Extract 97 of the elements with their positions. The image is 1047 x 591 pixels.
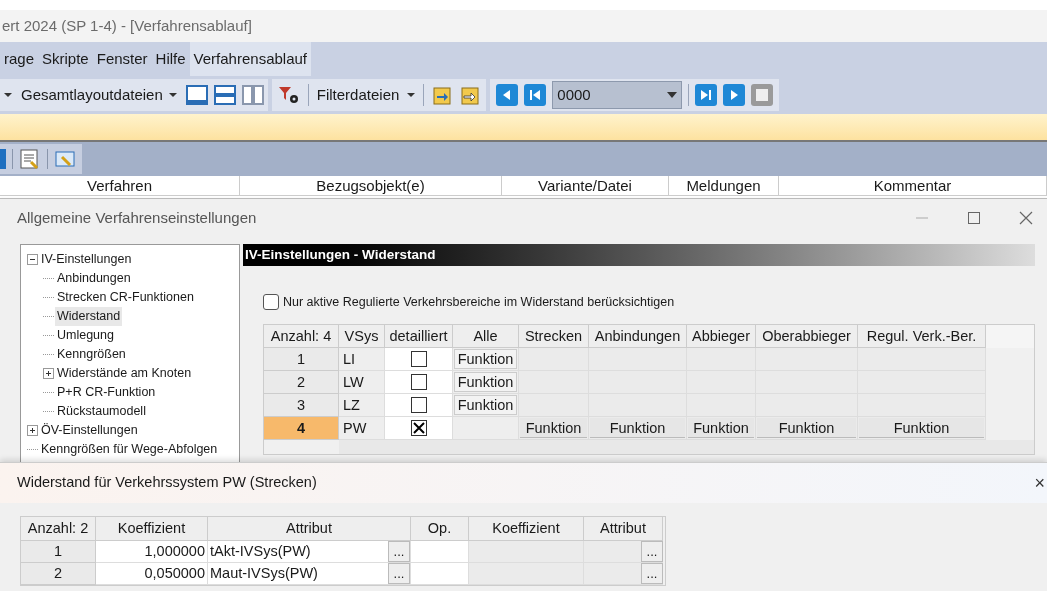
tree-item[interactable]: ÖV-Einstellungen <box>39 421 140 440</box>
row-header[interactable]: 1 <box>264 347 339 371</box>
column-header: Koeffizient <box>96 517 208 541</box>
expand-icon[interactable] <box>27 425 38 436</box>
tree-item[interactable]: Strecken CR-Funktionen <box>55 288 196 307</box>
browse-button[interactable]: ... <box>641 563 663 584</box>
column-header: VSys <box>339 324 385 348</box>
document-edit-icon[interactable] <box>19 148 41 170</box>
step-back-icon[interactable] <box>496 84 519 106</box>
close-icon[interactable] <box>1019 211 1033 225</box>
maximize-icon[interactable] <box>967 211 981 225</box>
column-header: Attribut <box>584 517 663 541</box>
table-cell <box>687 347 756 371</box>
layout-window-icon[interactable] <box>185 85 208 105</box>
tree-item[interactable]: P+R CR-Funktion <box>55 383 158 402</box>
checkbox[interactable] <box>410 373 427 390</box>
vertical-split-icon[interactable] <box>241 85 264 105</box>
table-cell[interactable]: 0,050000 <box>96 563 208 585</box>
menu-item[interactable]: Hilfe <box>151 42 190 76</box>
close-button[interactable]: × <box>1034 474 1045 492</box>
column-header: detailliert <box>385 324 453 348</box>
column-header[interactable]: Verfahren <box>0 176 240 195</box>
column-header: Anzahl: 2 <box>21 517 96 541</box>
checkbox-label: Nur aktive Regulierte Verkehrsbereiche im Widerstand berücksichtigen <box>283 294 675 311</box>
skip-to-end-icon[interactable] <box>695 84 718 106</box>
column-header: Regul. Verk.-Ber. <box>858 324 986 348</box>
clipboard-export-icon[interactable] <box>460 85 481 105</box>
function-button[interactable]: Funktion <box>454 348 517 369</box>
browse-button[interactable]: ... <box>641 541 663 562</box>
browse-button[interactable]: ... <box>388 541 410 562</box>
attribute-text: tAkt-IVSys(PW) <box>210 542 311 561</box>
window-title: ert 2024 (SP 1-4) - [Verfahrensablauf] <box>2 15 252 36</box>
column-header: Oberabbieger <box>756 324 858 348</box>
column-header: Op. <box>411 517 469 541</box>
play-icon[interactable] <box>723 84 746 106</box>
collapse-icon[interactable] <box>27 254 38 265</box>
row-header[interactable]: 4 <box>264 416 339 440</box>
row-header[interactable]: 1 <box>21 541 96 563</box>
checkbox[interactable] <box>410 396 427 413</box>
column-header[interactable]: Kommentar <box>779 176 1047 195</box>
column-header: Anbindungen <box>589 324 687 348</box>
table-cell[interactable]: 1,000000 <box>96 541 208 563</box>
row-header[interactable]: 3 <box>264 393 339 417</box>
menu-item[interactable]: Skripte <box>38 42 93 76</box>
tree-item[interactable]: Kenngrößen für Wege-Abfolgen <box>39 440 220 459</box>
function-button[interactable]: Funktion <box>590 418 685 439</box>
row-header[interactable]: 2 <box>264 370 339 394</box>
column-header: Attribut <box>208 517 411 541</box>
tree-item[interactable]: Rückstaumodell <box>55 402 148 421</box>
table-cell[interactable] <box>411 563 469 585</box>
dropdown-arrow-icon[interactable] <box>168 92 177 98</box>
browse-button[interactable]: ... <box>388 563 410 584</box>
column-header: Anzahl: 4 <box>264 324 339 348</box>
function-button[interactable]: Funktion <box>454 394 517 415</box>
skip-to-start-icon[interactable] <box>524 84 547 106</box>
tree-item[interactable]: IV-Einstellungen <box>39 250 134 269</box>
column-header[interactable]: Meldungen <box>669 176 779 195</box>
expand-icon[interactable] <box>43 368 54 379</box>
table-cell: LW <box>339 370 385 394</box>
function-button[interactable]: Funktion <box>454 371 517 392</box>
menu-item[interactable]: rage <box>0 42 39 76</box>
column-header: Abbieger <box>687 324 756 348</box>
row-header[interactable]: 2 <box>21 563 96 585</box>
function-button[interactable]: Funktion <box>859 418 984 439</box>
tree-item[interactable]: Umlegung <box>55 326 116 345</box>
clipboard-import-icon[interactable] <box>432 85 453 105</box>
panel-header: IV-Einstellungen - Widerstand <box>243 244 1035 266</box>
checkbox[interactable] <box>410 350 427 367</box>
counter-field[interactable]: 0000 <box>552 81 683 109</box>
tree-item[interactable]: Anbindungen <box>55 269 133 288</box>
dialog-title: Widerstand für Verkehrssystem PW (Strecken) <box>17 473 317 493</box>
filter-gear-icon[interactable] <box>277 85 300 105</box>
column-header: Alle <box>453 324 519 348</box>
table-cell: PW <box>339 416 385 440</box>
attribute-text: Maut-IVSys(PW) <box>210 564 318 583</box>
menu-item[interactable]: Fenster <box>92 42 152 76</box>
tree-item[interactable]: Widerstand <box>55 307 123 326</box>
dialog-title: Allgemeine Verfahrenseinstellungen <box>17 207 257 228</box>
column-header[interactable]: Bezugsobjekt(e) <box>240 176 502 195</box>
column-header[interactable]: Variante/Datei <box>502 176 669 195</box>
dropdown-arrow-icon[interactable] <box>667 92 678 98</box>
function-button[interactable]: Funktion <box>757 418 856 439</box>
tree-item[interactable]: Widerstände am Knoten <box>55 364 194 383</box>
dropdown-arrow-icon[interactable] <box>407 92 416 98</box>
table-cell: LI <box>339 347 385 371</box>
table-cell[interactable] <box>411 541 469 563</box>
table-cell: LZ <box>339 393 385 417</box>
horizontal-split-icon[interactable] <box>213 85 236 105</box>
tree-item[interactable]: Kenngrößen <box>55 345 128 364</box>
function-button[interactable]: Funktion <box>520 418 587 439</box>
column-header: Strecken <box>519 324 589 348</box>
menu-item[interactable]: Verfahrensablauf <box>189 42 311 76</box>
dropdown-arrow-icon[interactable] <box>4 92 12 98</box>
checkbox[interactable] <box>263 294 279 311</box>
checkbox[interactable] <box>410 419 427 436</box>
function-button[interactable]: Funktion <box>688 418 754 439</box>
column-header: Koeffizient <box>469 517 584 541</box>
